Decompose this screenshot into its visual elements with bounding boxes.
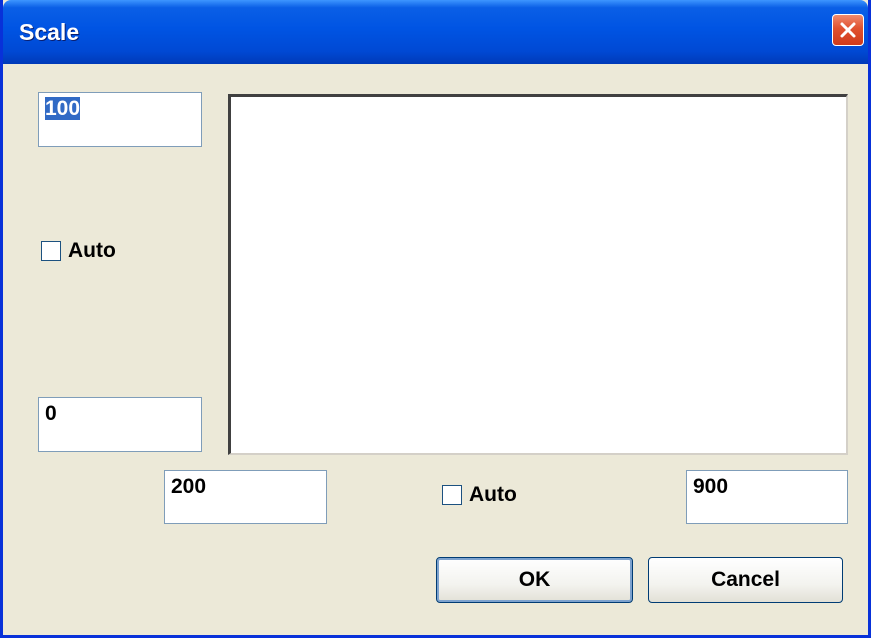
x-max-input[interactable]: 900: [686, 470, 848, 524]
x-auto-checkbox-box[interactable]: [442, 485, 462, 505]
dialog-body: 100 Auto 0 200 Auto 900 OK Cancel: [3, 64, 868, 635]
plot-area: [228, 94, 848, 455]
cancel-button[interactable]: Cancel: [648, 557, 843, 603]
close-button[interactable]: [832, 14, 864, 46]
ok-button[interactable]: OK: [436, 557, 633, 603]
x-auto-checkbox[interactable]: Auto: [442, 483, 517, 507]
close-icon: [840, 22, 856, 38]
x-min-input[interactable]: 200: [164, 470, 327, 524]
x-auto-label: Auto: [469, 483, 517, 506]
y-auto-label: Auto: [68, 239, 116, 262]
y-min-input[interactable]: 0: [38, 397, 202, 452]
y-max-value: 100: [45, 97, 81, 120]
y-auto-checkbox[interactable]: Auto: [41, 239, 116, 263]
dialog-title: Scale: [19, 19, 80, 45]
title-bar[interactable]: Scale: [3, 0, 868, 64]
y-max-input[interactable]: 100: [38, 92, 202, 147]
scale-dialog: Scale 100 Auto 0 200 Auto 900 OK Cancel: [0, 0, 871, 638]
y-auto-checkbox-box[interactable]: [41, 241, 61, 261]
